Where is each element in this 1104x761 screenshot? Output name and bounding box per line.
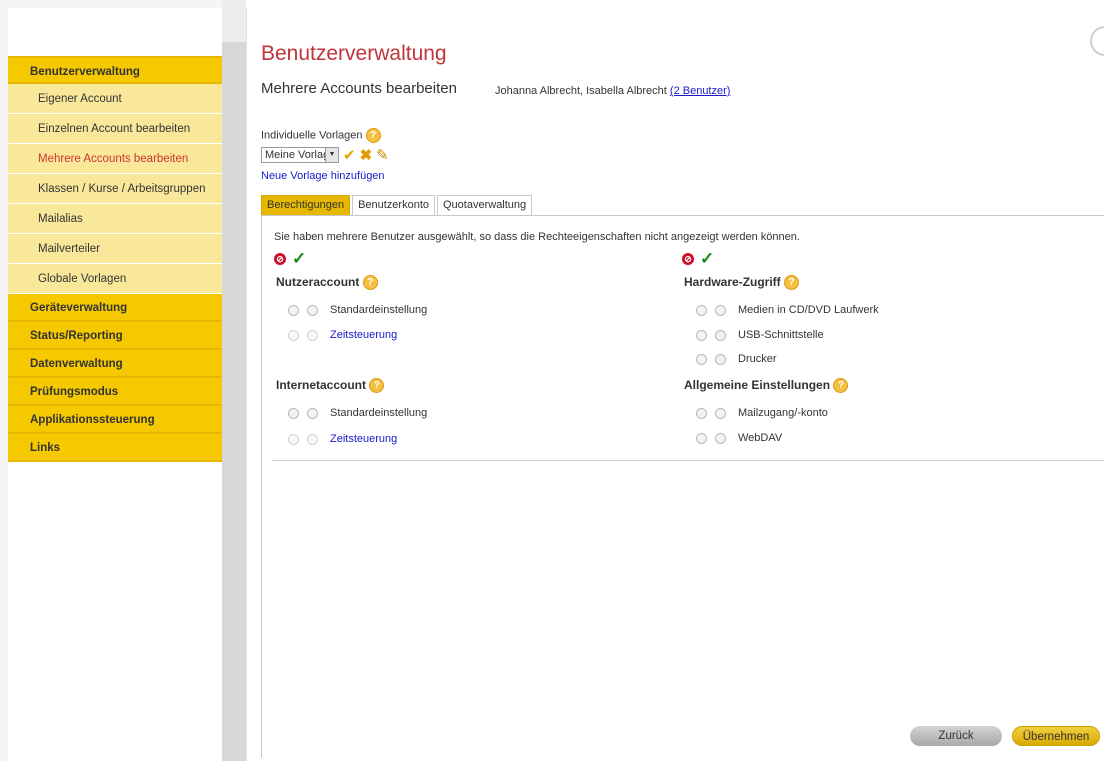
deny-radio[interactable] xyxy=(696,304,707,316)
tab-berechtigungen[interactable]: Berechtigungen xyxy=(261,195,351,215)
deny-radio[interactable] xyxy=(288,407,299,419)
option-row: Zeitsteuerung xyxy=(288,431,397,447)
allow-radio[interactable] xyxy=(307,407,318,419)
selected-users: Johanna Albrecht, Isabella Albrecht (2 B… xyxy=(495,85,730,97)
nav-mailverteiler[interactable]: Mailverteiler xyxy=(8,234,222,264)
option-link[interactable]: Zeitsteuerung xyxy=(330,433,397,445)
nav-klassen-kurse[interactable]: Klassen / Kurse / Arbeitsgruppen xyxy=(8,174,222,204)
allow-radio[interactable] xyxy=(715,432,726,444)
section-allgemein-title: Allgemeine Einstellungen xyxy=(684,378,831,392)
selected-users-link[interactable]: (2 Benutzer) xyxy=(670,85,731,97)
nav-geraeteverwaltung[interactable]: Geräteverwaltung xyxy=(8,294,222,322)
deny-icon: ⊘ xyxy=(274,253,286,265)
help-icon[interactable]: ? xyxy=(365,128,381,143)
nav-globale-vorlagen[interactable]: Globale Vorlagen xyxy=(8,264,222,294)
divider xyxy=(272,460,1104,461)
option-row: Standardeinstellung xyxy=(288,302,427,318)
option-label: Standardeinstellung xyxy=(330,304,428,316)
deny-radio[interactable] xyxy=(288,433,299,445)
page-title: Benutzerverwaltung xyxy=(261,42,447,65)
nav-datenverwaltung[interactable]: Datenverwaltung xyxy=(8,350,222,378)
deny-radio[interactable] xyxy=(696,329,707,341)
help-icon[interactable]: ? xyxy=(362,275,378,291)
option-row: Mailzugang/-konto xyxy=(696,405,828,421)
apply-button[interactable]: Übernehmen xyxy=(1012,726,1100,746)
nav-status-reporting[interactable]: Status/Reporting xyxy=(8,322,222,350)
option-label: Medien in CD/DVD Laufwerk xyxy=(738,304,879,316)
help-icon[interactable]: ? xyxy=(784,275,800,291)
left-column-icons: ⊘ ✓ xyxy=(274,249,307,268)
allow-radio[interactable] xyxy=(715,304,726,316)
allow-radio[interactable] xyxy=(715,407,726,419)
section-hardware-title: Hardware-Zugriff xyxy=(684,275,781,289)
allow-radio[interactable] xyxy=(307,329,318,341)
option-row: WebDAV xyxy=(696,430,782,446)
allow-radio[interactable] xyxy=(307,433,318,445)
deny-radio[interactable] xyxy=(696,353,707,365)
option-link[interactable]: Zeitsteuerung xyxy=(330,329,397,341)
allow-radio[interactable] xyxy=(307,304,318,316)
sidebar-gutter xyxy=(222,42,246,761)
gutter-top xyxy=(222,0,246,42)
vorlagen-label: Individuelle Vorlagen ? xyxy=(261,128,381,143)
tab-panel: Sie haben mehrere Benutzer ausgewählt, s… xyxy=(261,215,1104,758)
nav-mailalias[interactable]: Mailalias xyxy=(8,204,222,234)
new-vorlage-link[interactable]: Neue Vorlage hinzufügen xyxy=(261,170,385,182)
nav-eigener-account[interactable]: Eigener Account xyxy=(8,84,222,114)
section-internetaccount: Internetaccount ? xyxy=(276,378,385,394)
deny-radio[interactable] xyxy=(288,304,299,316)
section-internetaccount-title: Internetaccount xyxy=(276,378,367,392)
tab-bar: Berechtigungen Benutzerkonto Quotaverwal… xyxy=(261,195,534,215)
sidebar-background: Benutzerverwaltung Eigener Account Einze… xyxy=(0,0,228,761)
main-content: Benutzerverwaltung Mehrere Accounts bear… xyxy=(246,8,1104,761)
option-label: Drucker xyxy=(738,353,777,365)
option-row: Zeitsteuerung xyxy=(288,327,397,343)
edit-template-pencil-icon[interactable]: ✎ xyxy=(376,146,389,164)
info-text: Sie haben mehrere Benutzer ausgewählt, s… xyxy=(274,231,800,243)
apply-template-check-icon[interactable]: ✔ xyxy=(343,146,356,164)
option-row: Drucker xyxy=(696,351,777,367)
allow-radio[interactable] xyxy=(715,329,726,341)
allow-check-icon: ✓ xyxy=(292,249,307,268)
allow-radio[interactable] xyxy=(715,353,726,365)
option-label: USB-Schnittstelle xyxy=(738,329,824,341)
option-row: Medien in CD/DVD Laufwerk xyxy=(696,302,879,318)
right-column-icons: ⊘ ✓ xyxy=(682,249,715,268)
option-label: Standardeinstellung xyxy=(330,407,428,419)
section-nutzeraccount: Nutzeraccount ? xyxy=(276,275,378,291)
help-icon[interactable]: ? xyxy=(833,378,849,394)
deny-radio[interactable] xyxy=(696,407,707,419)
section-subtitle: Mehrere Accounts bearbeiten xyxy=(261,80,457,97)
tab-quotaverwaltung[interactable]: Quotaverwaltung xyxy=(437,195,533,215)
nav-mehrere-accounts[interactable]: Mehrere Accounts bearbeiten xyxy=(8,144,222,174)
dropdown-arrow-icon: ▼ xyxy=(325,148,338,162)
nav-benutzerverwaltung[interactable]: Benutzerverwaltung xyxy=(8,56,222,84)
vorlagen-row: Meine Vorlage ▼ ✔ ✖ ✎ xyxy=(261,146,389,164)
option-label: WebDAV xyxy=(738,432,783,444)
sidebar-menu: Benutzerverwaltung Eigener Account Einze… xyxy=(8,56,222,462)
option-label: Mailzugang/-konto xyxy=(738,407,828,419)
allow-check-icon: ✓ xyxy=(700,249,715,268)
selected-users-names: Johanna Albrecht, Isabella Albrecht xyxy=(495,85,667,97)
tab-benutzerkonto[interactable]: Benutzerkonto xyxy=(352,195,435,215)
delete-template-x-icon[interactable]: ✖ xyxy=(360,146,373,164)
option-row: Standardeinstellung xyxy=(288,405,427,421)
section-nutzeraccount-title: Nutzeraccount xyxy=(276,275,360,289)
sidebar: Benutzerverwaltung Eigener Account Einze… xyxy=(8,8,223,761)
nav-links[interactable]: Links xyxy=(8,434,222,462)
deny-radio[interactable] xyxy=(696,432,707,444)
deny-radio[interactable] xyxy=(288,329,299,341)
section-hardware: Hardware-Zugriff ? xyxy=(684,275,800,291)
back-button[interactable]: Zurück xyxy=(910,726,1002,746)
nav-pruefungsmodus[interactable]: Prüfungsmodus xyxy=(8,378,222,406)
help-icon[interactable]: ? xyxy=(369,378,385,394)
nav-applikationssteuerung[interactable]: Applikationssteuerung xyxy=(8,406,222,434)
vorlage-select[interactable]: Meine Vorlage ▼ xyxy=(261,147,339,163)
vorlagen-label-text: Individuelle Vorlagen xyxy=(261,129,363,142)
section-allgemein: Allgemeine Einstellungen ? xyxy=(684,378,849,394)
nav-einzelnen-account[interactable]: Einzelnen Account bearbeiten xyxy=(8,114,222,144)
deny-icon: ⊘ xyxy=(682,253,694,265)
option-row: USB-Schnittstelle xyxy=(696,327,824,343)
